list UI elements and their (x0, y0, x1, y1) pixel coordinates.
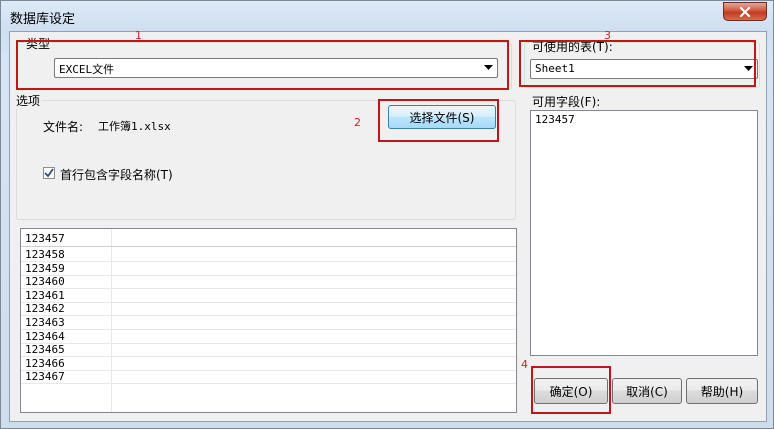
list-item[interactable]: 123457 (531, 111, 757, 128)
title-bar[interactable]: 数据库设定 (1, 1, 773, 31)
table-row[interactable]: 123458 (21, 248, 516, 262)
fields-label: 可用字段(F): (530, 93, 603, 110)
chevron-down-icon (741, 62, 755, 76)
header-checkbox-label[interactable]: 首行包含字段名称(T) (60, 166, 173, 183)
checkmark-icon (44, 168, 54, 178)
type-select-value: EXCEL文件 (59, 63, 115, 76)
table-select-value: Sheet1 (535, 62, 575, 75)
table-row[interactable]: 123466 (21, 357, 516, 371)
grid-header-cell: 123457 (25, 232, 65, 245)
grid-cell: 123463 (25, 316, 65, 329)
grid-cell: 123467 (25, 370, 65, 384)
grid-cell: 123462 (25, 302, 65, 316)
table-row[interactable]: 123459 (21, 262, 516, 276)
annotation-number-4: 4 (521, 358, 528, 371)
dialog-window: 数据库设定 类型 EXCEL文件 选项 文件名: 工作簿1.xlsx 选择文件(… (0, 0, 774, 429)
table-row[interactable]: 123467 (21, 370, 516, 385)
table-row[interactable]: 123460 (21, 275, 516, 290)
grid-cell: 123461 (25, 288, 65, 302)
preview-grid[interactable]: 123457 123458 123459 123460 123461 123462 123… (20, 228, 517, 413)
filename-label: 文件名: (43, 120, 84, 134)
table-row[interactable]: 123461 (21, 289, 516, 303)
chevron-down-icon (481, 61, 495, 75)
grid-cell: 123458 (25, 248, 65, 261)
table-row[interactable]: 123462 (21, 302, 516, 317)
window-title: 数据库设定 (10, 12, 76, 27)
fields-list[interactable]: 123457 (530, 110, 758, 356)
close-icon (739, 6, 751, 17)
annotation-number-2: 2 (354, 116, 361, 129)
choose-file-button[interactable]: 选择文件(S) (388, 105, 496, 129)
table-row[interactable]: 123464 (21, 330, 516, 344)
dialog-body: 类型 EXCEL文件 选项 文件名: 工作簿1.xlsx 选择文件(S) 首行包… (9, 31, 767, 422)
annotation-number-3: 3 (604, 29, 611, 42)
table-row[interactable]: 123463 (21, 316, 516, 330)
options-group-label: 选项 (14, 92, 43, 109)
type-select[interactable]: EXCEL文件 (54, 58, 498, 78)
ok-button[interactable]: 确定(O) (534, 378, 608, 404)
grid-cell: 123460 (25, 275, 65, 289)
cancel-button[interactable]: 取消(C) (612, 378, 682, 404)
grid-cell: 123466 (25, 356, 65, 370)
header-checkbox[interactable] (43, 167, 55, 179)
help-button[interactable]: 帮助(H) (686, 378, 758, 404)
table-row[interactable]: 123465 (21, 343, 516, 358)
annotation-number-1: 1 (135, 29, 142, 42)
grid-cell: 123459 (25, 261, 65, 275)
close-button[interactable] (723, 2, 767, 21)
table-select[interactable]: Sheet1 (530, 59, 758, 79)
grid-header-row: 123457 (21, 229, 516, 247)
tables-label: 可使用的表(T): (530, 38, 615, 55)
grid-cell: 123464 (25, 329, 65, 343)
type-group-label: 类型 (24, 35, 53, 52)
filename-value: 工作簿1.xlsx (98, 120, 171, 133)
grid-cell: 123465 (25, 343, 65, 357)
